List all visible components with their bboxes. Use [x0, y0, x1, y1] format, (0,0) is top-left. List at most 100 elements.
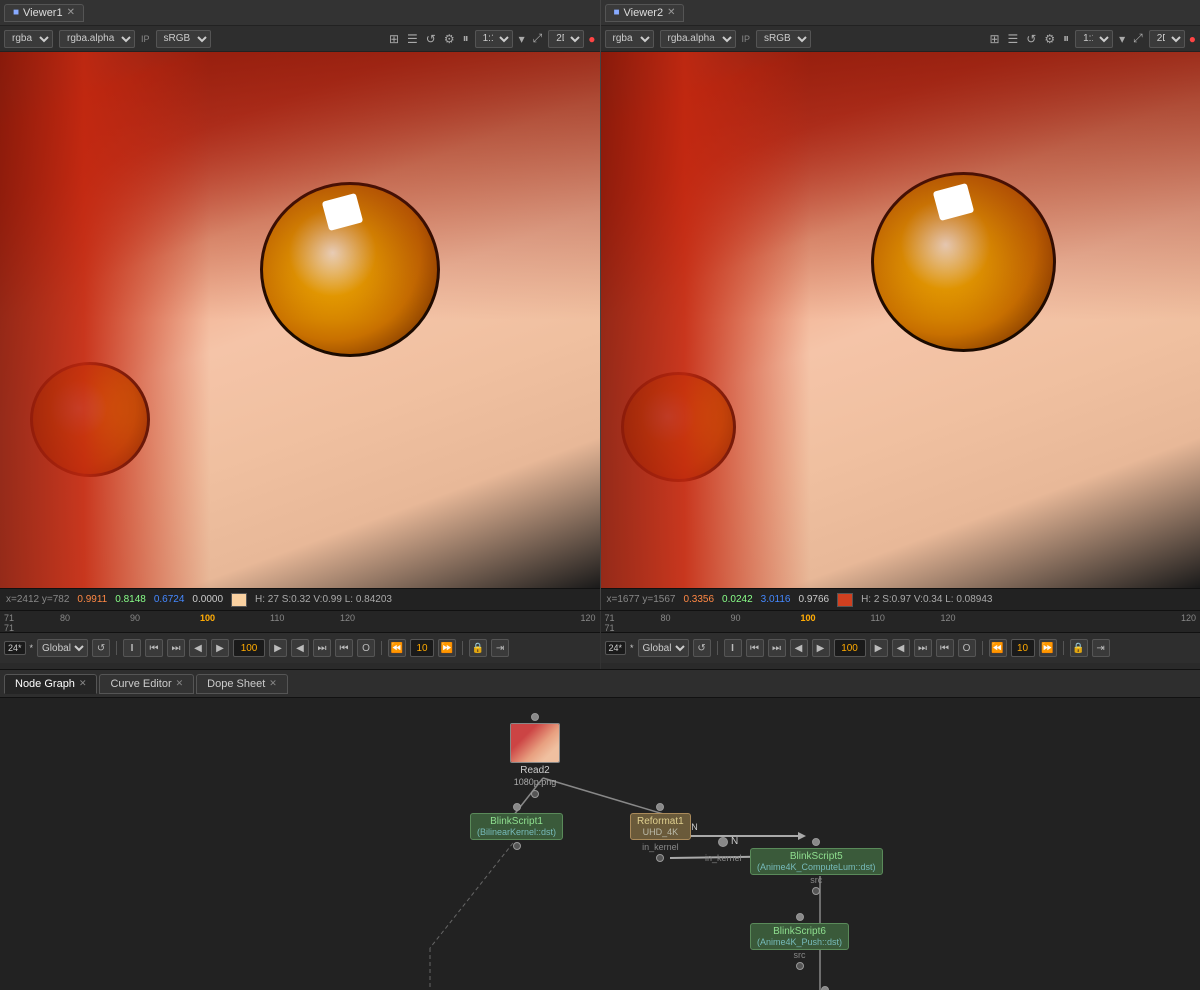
viewer1-channel-select[interactable]: rgba [4, 30, 53, 48]
tab-dope-sheet-close[interactable]: ✕ [269, 678, 277, 689]
tc-loop-left[interactable]: O [357, 639, 375, 657]
node-blinkscript1-output[interactable] [513, 803, 521, 811]
node-blinkscript7-output[interactable] [821, 986, 829, 990]
tab-dope-sheet[interactable]: Dope Sheet ✕ [196, 674, 288, 694]
tc-step-back-left[interactable]: ◀ [189, 639, 207, 657]
node-blinkscript5[interactable]: BlinkScript5 (Anime4K_ComputeLum::dst) s… [750, 838, 883, 895]
tc-prev-right[interactable]: ⏭ [768, 639, 786, 657]
tc-prev-anim-left[interactable]: ⏮ [145, 639, 163, 657]
viewer2-colorspace-select[interactable]: sRGB [756, 30, 811, 48]
viewer1-icon-pause[interactable]: ⏸ [461, 31, 471, 46]
viewer1-tab[interactable]: ■ Viewer1 ✕ [4, 4, 84, 22]
viewer1-icon-expand[interactable]: ⤢ [531, 31, 545, 46]
viewer2-close[interactable]: ✕ [667, 7, 675, 18]
viewer1-hair-left [0, 52, 210, 588]
tc-next-anim-left[interactable]: ⏮ [335, 639, 353, 657]
tc-extra1-right[interactable]: ⏪ [989, 639, 1007, 657]
tc-extra1-left[interactable]: ⏪ [388, 639, 406, 657]
tc-extra3-left[interactable]: ⇥ [491, 639, 509, 657]
node-read2-output[interactable] [531, 713, 539, 721]
current-frame-right[interactable] [834, 639, 866, 657]
fps-badge-right[interactable]: 24* [605, 641, 627, 655]
frame-extra-right[interactable] [1011, 639, 1035, 657]
tc-step-fwd-left[interactable]: ▶ [211, 639, 229, 657]
tc-next-left[interactable]: ⏭ [313, 639, 331, 657]
viewer2-icon-grid[interactable]: ⊞ [987, 32, 1001, 46]
tc-play-rev-right[interactable]: ◀ [892, 639, 910, 657]
viewer1-icon-settings[interactable]: ⚙ [442, 32, 457, 46]
frame-extra-left[interactable] [410, 639, 434, 657]
node-blinkscript6-output[interactable] [796, 913, 804, 921]
tc-reset-left[interactable]: ↺ [92, 639, 110, 657]
node-blinkscript5-input[interactable] [812, 887, 820, 895]
node-read2[interactable]: Read2 1080p.png [510, 713, 560, 798]
tc-reset-right[interactable]: ↺ [693, 639, 711, 657]
viewer2-zoom-select[interactable]: 1:1 [1075, 30, 1113, 48]
tc-extra2-right[interactable]: ⏩ [1039, 639, 1057, 657]
viewer1-zoom-arrow[interactable]: ▾ [517, 32, 527, 46]
tc-loop-right[interactable]: O [958, 639, 976, 657]
node-reformat1-output[interactable] [656, 803, 664, 811]
node-blinkscript5-box[interactable]: BlinkScript5 (Anime4K_ComputeLum::dst) [750, 848, 883, 875]
viewer1-icon-list[interactable]: ☰ [405, 32, 420, 46]
node-blinkscript1-box[interactable]: BlinkScript1 (BilinearKernel::dst) [470, 813, 563, 840]
tab-node-graph-close[interactable]: ✕ [79, 678, 87, 689]
tab-curve-editor[interactable]: Curve Editor ✕ [99, 674, 194, 694]
viewer2-mode-select[interactable]: 2D [1149, 30, 1185, 48]
current-frame-left[interactable] [233, 639, 265, 657]
viewer2-icon-refresh[interactable]: ↺ [1024, 32, 1038, 46]
viewer1-close[interactable]: ✕ [67, 7, 75, 18]
viewer1-color-dot[interactable]: ● [588, 32, 595, 46]
viewer2-icon-settings[interactable]: ⚙ [1042, 32, 1057, 46]
tc-prev-anim-right[interactable]: ⏮ [746, 639, 764, 657]
viewer2-canvas [601, 52, 1200, 588]
viewer1-colorspace-select[interactable]: sRGB [156, 30, 211, 48]
tc-i-left[interactable]: I [123, 639, 141, 657]
global-dropdown-left[interactable]: Global [37, 639, 88, 657]
viewer2-channel-select[interactable]: rgba [605, 30, 654, 48]
viewer1-alpha-select[interactable]: rgba.alpha [59, 30, 135, 48]
viewer1-icon-grid[interactable]: ⊞ [387, 32, 401, 46]
node-blinkscript1-input[interactable] [513, 842, 521, 850]
viewer2-icon-expand[interactable]: ⤢ [1131, 31, 1145, 46]
tc-play-right[interactable]: ▶ [870, 639, 888, 657]
node-graph-canvas[interactable]: Read2 1080p.png BlinkScript1 (BilinearKe… [0, 698, 1200, 990]
node-blinkscript5-output[interactable] [812, 838, 820, 846]
node-reformat1-box[interactable]: Reformat1 UHD_4K N [630, 813, 691, 840]
node-blinkscript6-input[interactable] [796, 962, 804, 970]
reformat1-n-connector[interactable] [718, 837, 728, 847]
node-read2-input[interactable] [531, 790, 539, 798]
tc-extra2-left[interactable]: ⏩ [438, 639, 456, 657]
viewer2-icon-list[interactable]: ☰ [1006, 32, 1021, 46]
tc-play-left[interactable]: ▶ [269, 639, 287, 657]
viewer2-zoom-arrow[interactable]: ▾ [1117, 32, 1127, 46]
tc-next-right[interactable]: ⏭ [914, 639, 932, 657]
tab-node-graph[interactable]: Node Graph ✕ [4, 674, 97, 694]
fps-badge-left[interactable]: 24* [4, 641, 26, 655]
viewer1-icon-refresh[interactable]: ↺ [424, 32, 438, 46]
node-blinkscript6-box[interactable]: BlinkScript6 (Anime4K_Push::dst) [750, 923, 849, 950]
tc-step-back-right[interactable]: ◀ [790, 639, 808, 657]
viewer1-zoom-select[interactable]: 1:1 [475, 30, 513, 48]
viewer2-color-dot[interactable]: ● [1189, 32, 1196, 46]
node-blinkscript7[interactable]: BlinkScript7 (Anime4K_ComputeGradient::d… [750, 986, 900, 990]
node-blinkscript1[interactable]: BlinkScript1 (BilinearKernel::dst) [470, 803, 563, 850]
tc-play-rev-left[interactable]: ◀ [291, 639, 309, 657]
global-dropdown-right[interactable]: Global [638, 639, 689, 657]
tc-next-anim-right[interactable]: ⏮ [936, 639, 954, 657]
viewer2-icon-pause[interactable]: ⏸ [1061, 31, 1071, 46]
tc-lock-right[interactable]: 🔒 [1070, 639, 1088, 657]
tab-curve-editor-close[interactable]: ✕ [176, 678, 184, 689]
timeline-left: 71 71 80 90 100 110 120 100 120 24* * Gl… [0, 611, 601, 669]
node-blinkscript6[interactable]: BlinkScript6 (Anime4K_Push::dst) src [750, 913, 849, 970]
tc-step-fwd-right[interactable]: ▶ [812, 639, 830, 657]
viewer2-tab[interactable]: ■ Viewer2 ✕ [605, 4, 685, 22]
tc-prev-left[interactable]: ⏭ [167, 639, 185, 657]
tc-extra3-right[interactable]: ⇥ [1092, 639, 1110, 657]
node-reformat1[interactable]: Reformat1 UHD_4K N in_kernel [630, 803, 691, 862]
tc-i-right[interactable]: I [724, 639, 742, 657]
tc-lock-left[interactable]: 🔒 [469, 639, 487, 657]
node-reformat1-input[interactable] [656, 854, 664, 862]
viewer2-alpha-select[interactable]: rgba.alpha [660, 30, 736, 48]
viewer1-mode-select[interactable]: 2D [548, 30, 584, 48]
